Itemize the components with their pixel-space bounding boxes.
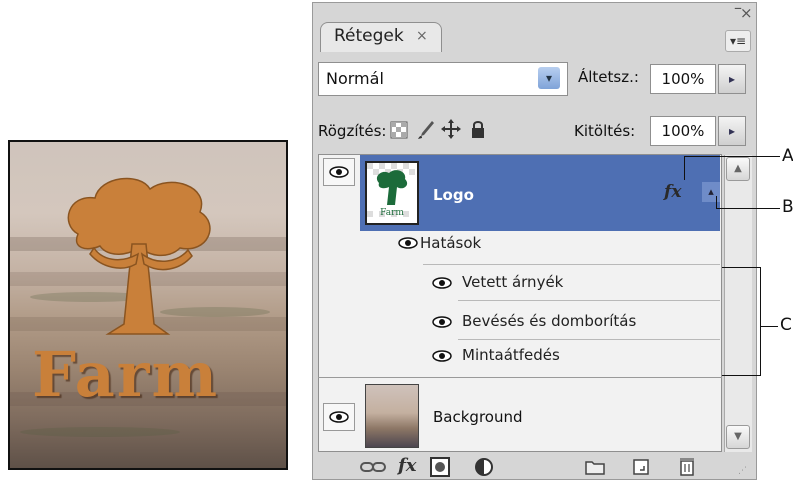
panel-close-icon[interactable]: ×	[740, 4, 753, 22]
fill-slider-arrow-icon[interactable]: ▸	[718, 116, 746, 146]
eye-icon[interactable]	[432, 350, 452, 362]
eye-icon[interactable]	[323, 158, 355, 186]
callout-a: A	[782, 146, 793, 166]
callout-line-c	[760, 326, 778, 327]
effects-header: Hatások	[420, 234, 482, 252]
callout-bracket-bottom	[722, 375, 760, 376]
logo-layer-thumbnail: Farm	[365, 161, 419, 225]
eye-icon[interactable]	[432, 316, 452, 328]
folder-icon[interactable]	[585, 459, 605, 475]
opacity-slider-arrow-icon[interactable]: ▸	[718, 64, 746, 94]
tab-close-icon[interactable]: ×	[416, 28, 428, 44]
callout-line-a-tick	[684, 156, 685, 180]
expand-effects-triangle-icon[interactable]: ▴	[702, 182, 720, 202]
scroll-up-icon[interactable]: ▲	[726, 157, 750, 181]
fx-icon[interactable]: fx	[398, 455, 416, 476]
lock-image-pixels-brush-icon[interactable]	[416, 119, 436, 141]
callout-c: C	[780, 315, 792, 335]
trash-icon[interactable]	[678, 456, 696, 476]
artwork-preview: Farm	[8, 140, 288, 470]
effect-bevel-emboss: Bevésés és domborítás	[462, 312, 637, 330]
resize-grip-icon[interactable]: ⋰	[738, 466, 747, 476]
svg-text:Farm: Farm	[380, 208, 404, 218]
fill-input[interactable]: 100%	[650, 116, 716, 146]
background-layer-thumbnail	[365, 384, 419, 448]
effect-pattern-overlay: Mintaátfedés	[462, 346, 560, 364]
lock-label: Rögzítés:	[318, 122, 387, 140]
layers-scrollbar[interactable]	[724, 155, 752, 452]
link-icon[interactable]	[360, 460, 386, 474]
fill-label: Kitöltés:	[574, 122, 636, 140]
callout-line-b-tick	[716, 196, 717, 209]
eye-icon[interactable]	[323, 403, 355, 431]
lock-transparent-pixels-icon[interactable]	[390, 121, 408, 139]
effect-drop-shadow: Vetett árnyék	[462, 273, 564, 291]
scroll-down-icon[interactable]: ▼	[726, 425, 750, 449]
farm-text: Farm	[32, 338, 220, 411]
eye-icon[interactable]	[398, 237, 418, 249]
opacity-label: Áltetsz.:	[578, 68, 639, 86]
callout-bracket-top	[722, 267, 760, 268]
layer-name-logo: Logo	[433, 186, 474, 204]
mask-icon[interactable]	[430, 457, 450, 477]
callout-b: B	[782, 197, 793, 217]
eye-icon[interactable]	[432, 277, 452, 289]
divider	[423, 264, 720, 265]
lock-all-padlock-icon[interactable]	[470, 119, 486, 139]
panel-menu-icon[interactable]: ▾≡	[725, 30, 751, 52]
callout-bracket-side	[760, 267, 761, 376]
chevron-down-icon[interactable]: ▾	[538, 67, 560, 89]
fx-icon[interactable]: fx	[664, 182, 681, 202]
tree-logo-icon	[67, 177, 211, 335]
lock-position-move-icon[interactable]	[440, 118, 462, 140]
adjustment-icon[interactable]	[474, 457, 494, 477]
new-layer-icon[interactable]	[632, 458, 650, 476]
opacity-input[interactable]: 100%	[650, 64, 716, 94]
layer-name-background: Background	[433, 408, 523, 426]
tab-layers-label: Rétegek	[334, 26, 404, 46]
callout-line-a	[684, 156, 780, 157]
callout-line-b	[716, 208, 780, 209]
blend-mode-value: Normál	[326, 69, 384, 88]
